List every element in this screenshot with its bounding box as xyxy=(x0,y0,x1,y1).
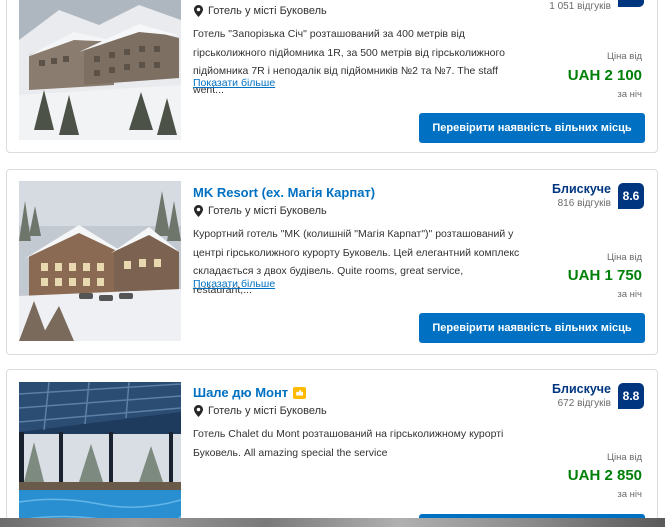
review-score-word: Блискуче xyxy=(552,382,611,396)
pin-icon xyxy=(194,205,203,217)
price-label: Ціна від xyxy=(606,51,642,62)
hotel-location: Готель у місті Буковель xyxy=(194,405,327,417)
hotel-photo-image xyxy=(19,181,181,341)
hotel-name-link[interactable]: MK Resort (ex. Магія Карпат) xyxy=(193,185,375,200)
per-night-label: за ніч xyxy=(617,489,642,500)
hotel-name[interactable]: MK Resort (ex. Магія Карпат) xyxy=(193,185,375,200)
pin-icon xyxy=(194,405,203,417)
price: UAH 2 100 xyxy=(567,67,642,84)
hotel-location-text: Готель у місті Буковель xyxy=(208,5,327,17)
check-availability-button[interactable]: Перевірити наявність вільних місць xyxy=(419,313,645,343)
score-badge xyxy=(618,0,644,7)
hotel-location-text: Готель у місті Буковель xyxy=(208,205,327,217)
hotel-photo[interactable] xyxy=(19,0,181,140)
hotel-description: Готель Chalet du Mont розташований на гі… xyxy=(193,428,504,459)
score-badge: 8.6 xyxy=(618,183,644,209)
hotel-photo-image xyxy=(19,382,181,527)
per-night-label: за ніч xyxy=(617,89,642,100)
hotel-photo[interactable] xyxy=(19,382,181,527)
taskbar-strip xyxy=(0,518,665,527)
show-more-link[interactable]: Показати більше xyxy=(193,278,275,290)
hotel-name-link[interactable]: Шале дю Монт xyxy=(193,385,307,400)
check-availability-button[interactable]: Перевірити наявність вільних місць xyxy=(419,113,645,143)
hotel-location-text: Готель у місті Буковель xyxy=(208,405,327,417)
review-score-word: Блискуче xyxy=(552,182,611,196)
hotel-name[interactable]: Шале дю Монт xyxy=(193,385,288,400)
hotel-location: Готель у місті Буковель xyxy=(194,205,327,217)
review-count: 816 відгуків xyxy=(557,198,611,209)
review-count: 672 відгуків xyxy=(557,398,611,409)
score-badge: 8.8 xyxy=(618,383,644,409)
per-night-label: за ніч xyxy=(617,289,642,300)
hotel-card: Готель у місті Буковель Готель "Запорізь… xyxy=(6,0,658,153)
price-label: Ціна від xyxy=(606,452,642,463)
hotel-photo-image xyxy=(19,0,181,140)
hotel-card: Шале дю Монт Готель у місті Буковель Гот… xyxy=(6,369,658,527)
price: UAH 2 850 xyxy=(567,467,642,484)
price: UAH 1 750 xyxy=(567,267,642,284)
thumbs-up-badge-icon xyxy=(293,386,307,399)
hotel-location: Готель у місті Буковель xyxy=(194,5,327,17)
review-count: 1 051 відгуків xyxy=(549,1,611,12)
hotel-card: MK Resort (ex. Магія Карпат) Готель у мі… xyxy=(6,169,658,355)
hotel-photo[interactable] xyxy=(19,181,181,341)
show-more-link[interactable]: Показати більше xyxy=(193,77,275,89)
price-label: Ціна від xyxy=(606,252,642,263)
pin-icon xyxy=(194,5,203,17)
